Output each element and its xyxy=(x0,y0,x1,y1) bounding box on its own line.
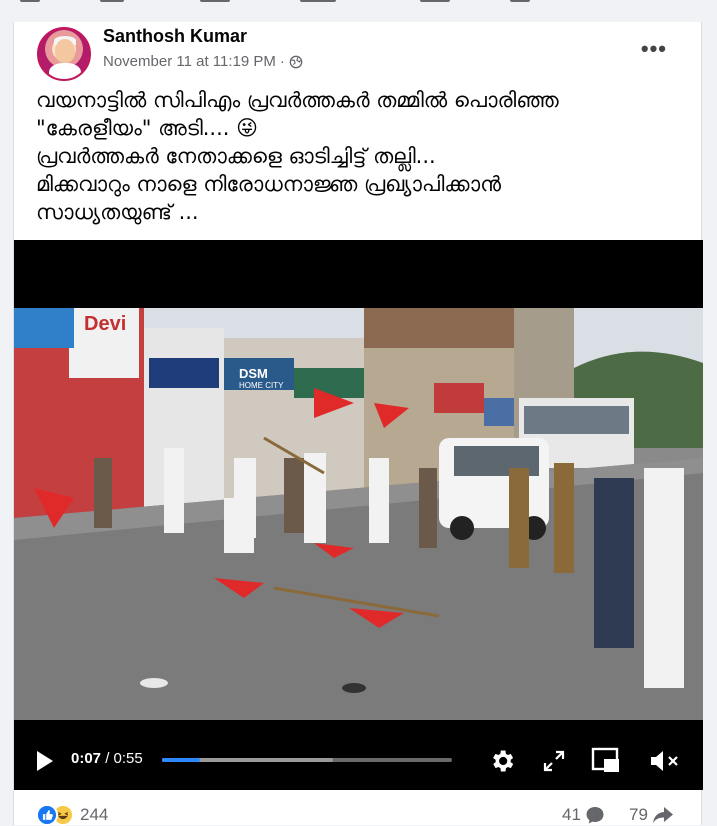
street-scene-image: Devi DSM HOME CITY xyxy=(14,308,703,720)
more-options-button[interactable]: ••• xyxy=(641,36,667,62)
shares-count-link[interactable]: 79 xyxy=(629,805,674,825)
video-player[interactable]: Devi DSM HOME CITY 0:07 / 0:55 xyxy=(14,240,703,790)
post-text-line: പ്രവർത്തകർ നേതാക്കളെ ഓടിച്ചിട്ട് തല്ലി..… xyxy=(36,144,436,168)
post-meta: November 11 at 11:19 PM · xyxy=(103,53,303,70)
comments-count: 41 xyxy=(562,805,581,824)
post-text-line: വയനാട്ടിൽ സിപിഎം പ്രവർത്തകർ തമ്മിൽ പൊരിഞ… xyxy=(36,88,559,112)
shares-count: 79 xyxy=(629,805,648,824)
cropped-nav-fragment xyxy=(420,0,450,2)
comment-icon xyxy=(586,807,604,824)
engagement-bar: 244 41 79 xyxy=(14,798,703,826)
sign-devi: Devi xyxy=(84,313,126,335)
play-icon[interactable] xyxy=(34,750,54,772)
sign-dsm: DSM xyxy=(239,366,268,381)
sign-home-city: HOME CITY xyxy=(239,381,284,390)
share-icon xyxy=(652,807,673,823)
cropped-nav-fragment xyxy=(100,0,124,2)
miniplayer-icon[interactable] xyxy=(591,747,621,775)
like-icon xyxy=(36,804,58,826)
cropped-nav-fragment xyxy=(510,0,530,2)
time-separator: / xyxy=(101,750,114,767)
post-text: വയനാട്ടിൽ സിപിഎം പ്രവർത്തകർ തമ്മിൽ പൊരിഞ… xyxy=(36,86,686,226)
progress-bar[interactable] xyxy=(162,758,452,762)
video-controls: 0:07 / 0:55 xyxy=(14,720,703,790)
post-card: Santhosh Kumar November 11 at 11:19 PM ·… xyxy=(13,22,703,826)
video-frame[interactable]: Devi DSM HOME CITY xyxy=(14,308,703,720)
reactions-count: 244 xyxy=(80,805,109,824)
duration: 0:55 xyxy=(113,750,143,767)
fullscreen-icon[interactable] xyxy=(542,749,566,773)
post-timestamp[interactable]: November 11 at 11:19 PM xyxy=(103,53,276,70)
current-time: 0:07 xyxy=(71,750,102,767)
globe-icon[interactable] xyxy=(289,55,303,69)
played-bar xyxy=(162,758,200,762)
top-strip xyxy=(0,0,717,22)
cropped-nav-fragment xyxy=(20,0,40,2)
post-text-line: സാധ്യതയുണ്ട് ... xyxy=(36,200,199,224)
video-time: 0:07 / 0:55 xyxy=(71,750,143,767)
post-text-line: "കേരളീയം" അടി.... 😜 xyxy=(36,116,259,140)
post-text-line: മിക്കവാറും നാളെ നിരോധനാജ്ഞ പ്രഖ്യാപിക്കാ… xyxy=(36,172,501,196)
cropped-nav-fragment xyxy=(300,0,336,2)
author-avatar[interactable] xyxy=(37,27,91,81)
settings-gear-icon[interactable] xyxy=(488,747,516,775)
cropped-nav-fragment xyxy=(200,0,230,2)
mute-icon[interactable] xyxy=(648,748,680,774)
meta-separator: · xyxy=(279,53,285,70)
author-name[interactable]: Santhosh Kumar xyxy=(103,26,247,47)
comments-count-link[interactable]: 41 xyxy=(562,805,605,825)
reactions-summary[interactable]: 244 xyxy=(36,804,108,826)
